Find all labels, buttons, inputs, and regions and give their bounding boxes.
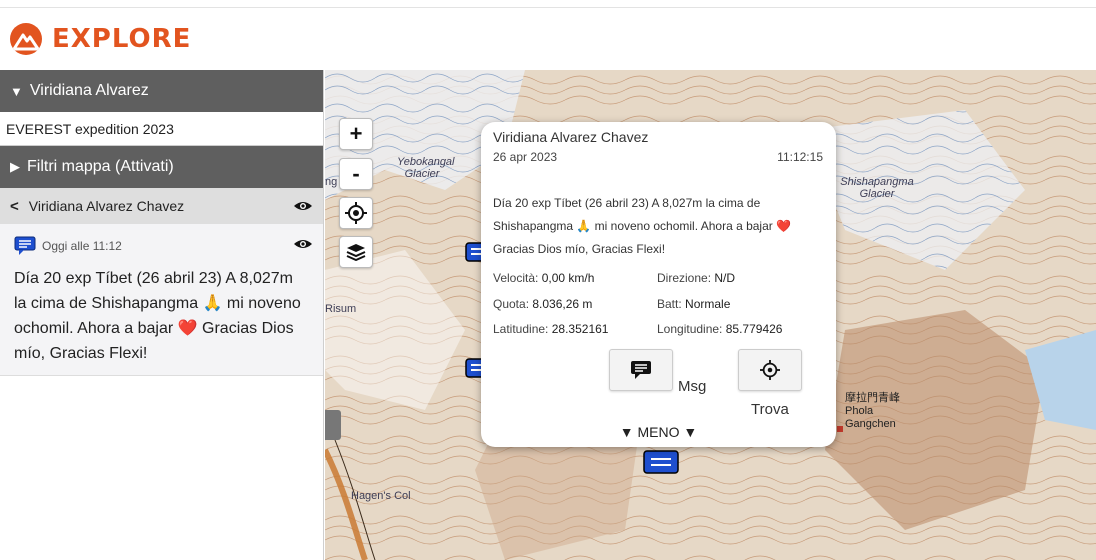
longitude-value: 85.779426: [725, 322, 783, 336]
map-label-risum: Risum: [325, 303, 357, 315]
zoom-out-button[interactable]: -: [339, 158, 373, 190]
peak-marker-icon: [837, 426, 843, 432]
message-text: Día 20 exp Tíbet (26 abril 23) A 8,027m …: [14, 270, 301, 362]
trip-selector[interactable]: EVEREST expedition 2023: [0, 112, 323, 146]
map-label-fragment: ng: [325, 176, 338, 188]
popup-date: 26 apr 2023: [493, 150, 558, 164]
logo-text: EXPLORE: [52, 24, 192, 54]
map-label-phola-gangchen: 摩拉門青峰 Phola Gangchen: [845, 392, 900, 430]
battery-value: Normale: [685, 297, 731, 311]
target-icon: [760, 360, 780, 380]
speed-value: 0,00 km/h: [541, 271, 595, 285]
locate-button[interactable]: [339, 197, 373, 229]
collapse-arrow-icon: ▼: [10, 83, 23, 99]
map-message-marker-selected[interactable]: [643, 450, 679, 478]
message-button-label[interactable]: Msg: [678, 378, 706, 395]
popup-message: Día 20 exp Tíbet (26 abril 23) A 8,027m …: [493, 196, 792, 256]
visibility-eye-icon[interactable]: [293, 200, 313, 212]
message-header: Oggi alle 11:12: [14, 236, 309, 256]
popup-time: 11:12:15: [777, 150, 823, 164]
chat-icon: [631, 361, 651, 379]
battery-label: Batt:: [657, 297, 682, 311]
user-name: Viridiana Alvarez: [29, 82, 149, 99]
map-label-hagens-col: Hagen's Col: [351, 490, 411, 502]
altitude-field: Quota: 8.036,26 m: [493, 297, 592, 311]
find-button[interactable]: [738, 349, 802, 391]
message-card[interactable]: Oggi alle 11:12 Día 20 exp Tíbet (26 abr…: [0, 224, 323, 376]
battery-field: Batt: Normale: [657, 297, 730, 311]
filter-label: Filtri mappa (Attivati): [27, 158, 174, 175]
altitude-label: Quota:: [493, 297, 530, 311]
trip-name: EVEREST expedition 2023: [6, 120, 174, 137]
message-time: Oggi alle 11:12: [42, 239, 122, 253]
zoom-out-label: -: [352, 161, 360, 186]
layers-icon: [346, 244, 366, 261]
crosshair-icon: [345, 202, 367, 224]
layers-button[interactable]: [339, 236, 373, 268]
speed-label: Velocità:: [493, 271, 539, 285]
person-row[interactable]: < Viridiana Alvarez Chavez: [0, 188, 323, 224]
app-header: EXPLORE: [0, 9, 1096, 70]
person-name: Viridiana Alvarez Chavez: [28, 198, 185, 214]
find-button-label[interactable]: Trova: [751, 401, 789, 418]
direction-value: N/D: [714, 271, 736, 285]
speed-field: Velocità: 0,00 km/h: [493, 271, 594, 285]
latitude-field: Latitudine: 28.352161: [493, 322, 608, 336]
sidebar: ▼ Viridiana Alvarez EVEREST expedition 2…: [0, 70, 324, 560]
user-section-toggle[interactable]: ▼ Viridiana Alvarez: [0, 70, 323, 112]
altitude-value: 8.036,26 m: [532, 297, 593, 311]
mountain-logo-icon: [10, 23, 42, 55]
message-icon: [14, 236, 36, 256]
logo[interactable]: EXPLORE: [10, 23, 191, 55]
less-menu-toggle[interactable]: ▼ MENO ▼: [481, 424, 836, 440]
longitude-label: Longitudine:: [657, 322, 723, 336]
direction-field: Direzione: N/D: [657, 271, 735, 285]
latitude-value: 28.352161: [551, 322, 609, 336]
position-popup: Viridiana Alvarez Chavez 26 apr 2023 11:…: [481, 122, 836, 447]
zoom-in-button[interactable]: +: [339, 118, 373, 150]
map-label-yebokangal: Yebokangal Glacier: [397, 156, 455, 180]
expand-arrow-icon: ▶: [10, 159, 20, 174]
longitude-field: Longitudine: 85.779426: [657, 322, 782, 336]
direction-label: Direzione:: [657, 271, 712, 285]
latitude-label: Latitudine:: [493, 322, 549, 336]
zoom-in-label: +: [349, 121, 363, 146]
map-filter-toggle[interactable]: ▶ Filtri mappa (Attivati): [0, 146, 323, 188]
back-chevron-icon[interactable]: <: [10, 198, 19, 215]
sidebar-collapse-tab[interactable]: [325, 410, 341, 440]
message-visibility-eye-icon[interactable]: [293, 238, 313, 250]
top-bar: [0, 0, 1096, 8]
message-button[interactable]: [609, 349, 673, 391]
map-label-shishapangma-glacier: Shishapangma Glacier: [840, 176, 914, 200]
popup-name: Viridiana Alvarez Chavez: [493, 129, 649, 145]
